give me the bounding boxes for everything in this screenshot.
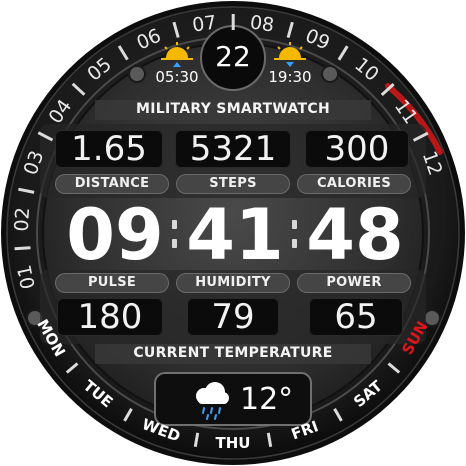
temperature-label: CURRENT TEMPERATURE — [133, 345, 333, 361]
time-seconds: 48 — [306, 194, 404, 276]
time-separator — [172, 220, 178, 250]
distance-value: 1.65 — [55, 130, 163, 168]
weekday-label: THU — [216, 434, 251, 452]
bezel-number: 08 — [249, 11, 276, 36]
steps-value: 5321 — [175, 130, 291, 168]
calories-label: CALORIES — [297, 174, 411, 194]
sunrise-time: 05:30 — [155, 68, 199, 86]
sunset-time: 19:30 — [268, 68, 312, 86]
steps-label: STEPS — [176, 174, 290, 194]
bezel-number: 07 — [191, 11, 218, 36]
power-value: 65 — [309, 298, 403, 336]
watch-title: MILITARY SMARTWATCH — [136, 101, 330, 117]
bezel-number: 02 — [11, 207, 35, 233]
time-separator — [292, 220, 298, 250]
humidity-value: 79 — [187, 298, 279, 336]
time-hours: 09 — [66, 194, 164, 276]
calories-value: 300 — [305, 130, 409, 168]
date-day: 22 — [215, 40, 251, 73]
distance-label: DISTANCE — [55, 174, 169, 194]
bezel-tick — [14, 246, 31, 251]
power-label: POWER — [297, 273, 411, 293]
time-minutes: 41 — [186, 194, 284, 276]
humidity-label: HUMIDITY — [176, 273, 290, 293]
temperature-value: 12° — [240, 382, 294, 417]
pulse-label: PULSE — [55, 273, 169, 293]
pulse-value: 180 — [57, 298, 163, 336]
